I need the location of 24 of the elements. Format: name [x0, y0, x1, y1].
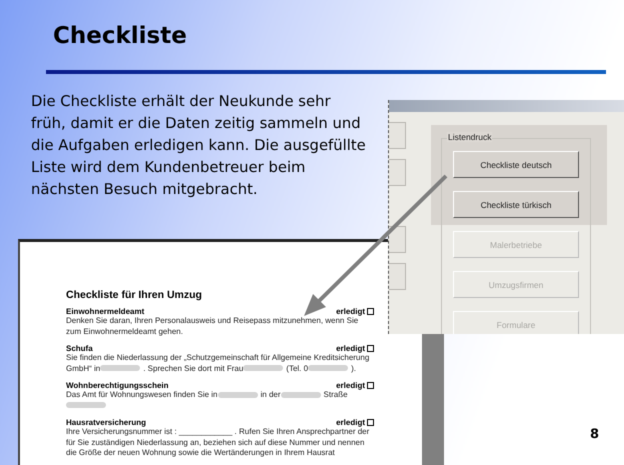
print-button[interactable]: Checkliste türkisch	[453, 191, 579, 218]
item-text: Das Amt für Wohnungswesen finden Sie in in der Straße	[66, 390, 374, 411]
page-number: 8	[590, 427, 600, 442]
slide-title: Checkliste	[53, 22, 188, 51]
item-heading: Wohnberechtigungsschein	[66, 381, 170, 390]
item-text: Ihre Versicherungsnummer ist : ____________ . Rufen Sie Ihren Ansprechpartner der für Sie zuständigen Niederlassung an, beziehen sich auf diese Nummer und nennen die Größe der neuen Wohnung sowie die Wertänderungen in Ihrem Hausrat	[66, 427, 370, 458]
checkbox[interactable]	[367, 419, 374, 426]
status-label: erledigt	[336, 307, 365, 316]
group-label: Listendruck	[447, 132, 492, 142]
checkbox[interactable]	[367, 308, 374, 315]
item-heading: Einwohnermeldeamt	[66, 307, 146, 316]
document-title: Checkliste für Ihren Umzug	[66, 289, 203, 301]
checkbox[interactable]	[367, 345, 374, 352]
item-heading: Schufa	[66, 344, 94, 353]
print-button[interactable]: Checkliste deutsch	[453, 151, 579, 178]
status-label: erledigt	[336, 381, 365, 390]
item-text: Denken Sie daran, Ihren Personalausweis und Reisepass mitzunehmen, wenn Sie zum Einwohnermeldeamt gehen.	[66, 316, 360, 337]
item-text: Sie finden die Niederlassung der „Schutzgemeinschaft für Allgemeine Kreditsicherung GmbH“ in . Sprechen Sie dort mit Frau (Tel. 0 ).	[66, 353, 370, 374]
body-paragraph: Die Checkliste erhält der Neukunde sehr früh, damit er die Daten zeitig sammeln und die Aufgaben erledigen kann. Die ausgefüllte Liste wird dem Kundenbetreuer beim nächsten Besuch mitgebracht.	[31, 92, 366, 200]
partial-button[interactable]	[389, 226, 406, 253]
checkbox[interactable]	[367, 382, 374, 389]
item-heading: Hausratversicherung	[66, 418, 148, 427]
status-label: erledigt	[336, 344, 365, 353]
status-label: erledigt	[336, 418, 365, 427]
